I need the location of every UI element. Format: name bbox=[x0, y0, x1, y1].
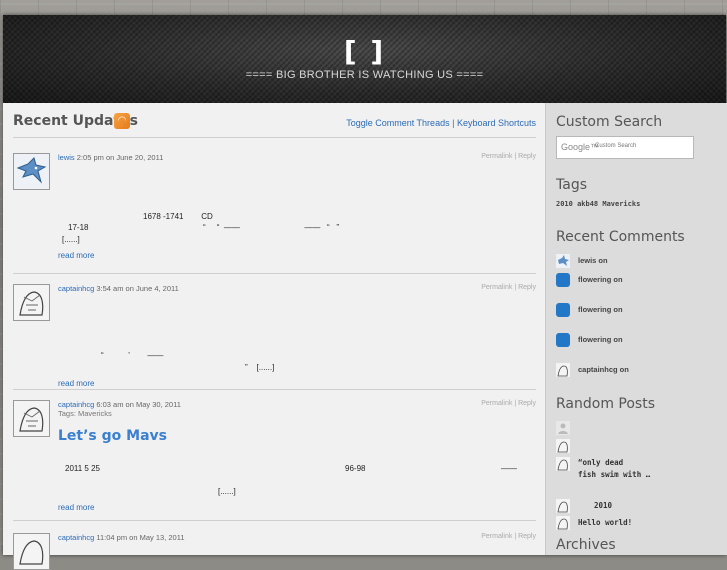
permalink-link[interactable]: Permalink bbox=[481, 153, 512, 160]
main-content: Recent Updates ◠ Toggle Comment Threads … bbox=[3, 103, 545, 570]
post-text-line: “ “ —— —— “ ” bbox=[203, 223, 340, 232]
post-actions: Permalink | Reply bbox=[481, 153, 536, 160]
post-text-line: —— bbox=[501, 464, 517, 473]
sketch-avatar-icon bbox=[14, 534, 49, 569]
sidebar: Custom Search Google™ Custom Search Tags… bbox=[545, 103, 727, 555]
google-logo: Google™ bbox=[561, 142, 600, 152]
avatar[interactable] bbox=[13, 284, 50, 321]
read-more-link[interactable]: read more bbox=[58, 503, 94, 512]
permalink-link[interactable]: Permalink bbox=[481, 533, 512, 540]
post-author-link[interactable]: captainhcg bbox=[58, 400, 94, 409]
post-actions: Permalink | Reply bbox=[481, 533, 536, 540]
post-text-line: [......] bbox=[62, 235, 80, 244]
post-text-line: ” [......] bbox=[245, 363, 275, 372]
avatar[interactable] bbox=[13, 533, 50, 570]
post-author-link[interactable]: captainhcg bbox=[58, 533, 94, 542]
post-item: captainhcg 11:04 pm on May 13, 2011 Perm… bbox=[13, 521, 536, 570]
post-meta: lewis 2:05 pm on June 20, 2011 bbox=[58, 153, 163, 162]
sketch-avatar-icon bbox=[556, 457, 570, 471]
post-time: 3:54 am on June 4, 2011 bbox=[96, 284, 179, 293]
post-text-line: 2011 5 25 bbox=[65, 464, 100, 473]
random-posts-heading: Random Posts bbox=[556, 396, 655, 412]
read-more-link[interactable]: read more bbox=[58, 251, 94, 260]
site-container: [ ] ==== BIG BROTHER IS WATCHING US ====… bbox=[3, 15, 727, 570]
link-separator: | bbox=[452, 118, 455, 128]
post-actions: Permalink | Reply bbox=[481, 400, 536, 407]
permalink-link[interactable]: Permalink bbox=[481, 284, 512, 291]
keyboard-shortcuts-link[interactable]: Keyboard Shortcuts bbox=[457, 118, 536, 128]
recent-updates-header: Recent Updates ◠ Toggle Comment Threads … bbox=[13, 113, 536, 138]
post-meta: captainhcg 6:03 am on May 30, 2011 bbox=[58, 400, 181, 409]
header-links: Toggle Comment Threads | Keyboard Shortc… bbox=[346, 118, 536, 128]
shark-avatar-icon bbox=[556, 254, 570, 268]
recent-comment-text[interactable]: flowering on bbox=[578, 275, 623, 284]
post-item: lewis 2:05 pm on June 20, 2011 Permalink… bbox=[13, 143, 536, 274]
tag-cloud[interactable]: 2010 akb48 Mavericks bbox=[556, 200, 640, 208]
power-avatar-icon bbox=[556, 333, 570, 347]
archives-heading: Archives bbox=[556, 537, 616, 553]
shark-avatar-icon bbox=[14, 154, 49, 189]
recent-comment-text[interactable]: captainhcg on bbox=[578, 365, 629, 374]
post-time: 6:03 am on May 30, 2011 bbox=[96, 400, 181, 409]
post-meta: captainhcg 11:04 pm on May 13, 2011 bbox=[58, 533, 185, 542]
recent-comment-text[interactable]: flowering on bbox=[578, 305, 623, 314]
search-placeholder: Custom Search bbox=[595, 143, 637, 149]
site-header: [ ] ==== BIG BROTHER IS WATCHING US ==== bbox=[3, 15, 726, 103]
post-text-line: “ ’ —— bbox=[101, 351, 164, 360]
site-description: ==== BIG BROTHER IS WATCHING US ==== bbox=[245, 69, 484, 81]
sketch-avatar-icon bbox=[556, 499, 570, 513]
rss-icon[interactable]: ◠ bbox=[114, 113, 130, 129]
sketch-avatar-icon bbox=[556, 439, 570, 453]
custom-search-heading: Custom Search bbox=[556, 114, 663, 130]
random-post-title[interactable]: Hello world! bbox=[578, 518, 632, 527]
random-post-title[interactable]: 2010 bbox=[594, 501, 612, 510]
reply-link[interactable]: Reply bbox=[518, 400, 536, 407]
toggle-comment-threads-link[interactable]: Toggle Comment Threads bbox=[346, 118, 449, 128]
recent-comment-text[interactable]: lewis on bbox=[578, 256, 608, 265]
read-more-link[interactable]: read more bbox=[58, 379, 94, 388]
post-item: captainhcg 6:03 am on May 30, 2011 Tags:… bbox=[13, 390, 536, 521]
recent-comment-text[interactable]: flowering on bbox=[578, 335, 623, 344]
random-post-item[interactable]: “only dead fish swim with … bbox=[556, 439, 650, 479]
tags-heading: Tags bbox=[556, 177, 587, 193]
post-text-line: 1678 -1741 CD bbox=[143, 212, 213, 221]
post-title[interactable]: Let’s go Mavs bbox=[58, 428, 167, 444]
power-avatar-icon bbox=[556, 303, 570, 317]
post-meta: captainhcg 3:54 am on June 4, 2011 bbox=[58, 284, 179, 293]
post-text-line: 96-98 bbox=[345, 464, 366, 473]
post-text-line: 17-18 bbox=[68, 223, 89, 232]
post-tags[interactable]: Tags: Mavericks bbox=[58, 409, 112, 418]
post-author-link[interactable]: captainhcg bbox=[58, 284, 94, 293]
power-avatar-icon bbox=[556, 273, 570, 287]
avatar[interactable] bbox=[13, 153, 50, 190]
post-text-line: [......] bbox=[218, 487, 236, 496]
reply-link[interactable]: Reply bbox=[518, 533, 536, 540]
site-title[interactable]: [ ] bbox=[3, 35, 726, 68]
recent-comments-heading: Recent Comments bbox=[556, 229, 685, 245]
sketch-avatar-icon bbox=[14, 401, 49, 436]
reply-link[interactable]: Reply bbox=[518, 284, 536, 291]
post-time: 11:04 pm on May 13, 2011 bbox=[96, 533, 185, 542]
sketch-avatar-icon bbox=[556, 363, 570, 377]
post-actions: Permalink | Reply bbox=[481, 284, 536, 291]
avatar[interactable] bbox=[13, 400, 50, 437]
default-avatar-icon bbox=[556, 421, 570, 435]
search-input[interactable]: Google™ Custom Search bbox=[556, 136, 694, 159]
sketch-avatar-icon bbox=[14, 285, 49, 320]
reply-link[interactable]: Reply bbox=[518, 153, 536, 160]
post-time: 2:05 pm on June 20, 2011 bbox=[76, 153, 164, 162]
random-post-title[interactable]: “only dead fish swim with … bbox=[578, 457, 727, 481]
permalink-link[interactable]: Permalink bbox=[481, 400, 512, 407]
sketch-avatar-icon bbox=[556, 516, 570, 530]
post-author-link[interactable]: lewis bbox=[58, 153, 75, 162]
post-item: captainhcg 3:54 am on June 4, 2011 Perma… bbox=[13, 274, 536, 390]
